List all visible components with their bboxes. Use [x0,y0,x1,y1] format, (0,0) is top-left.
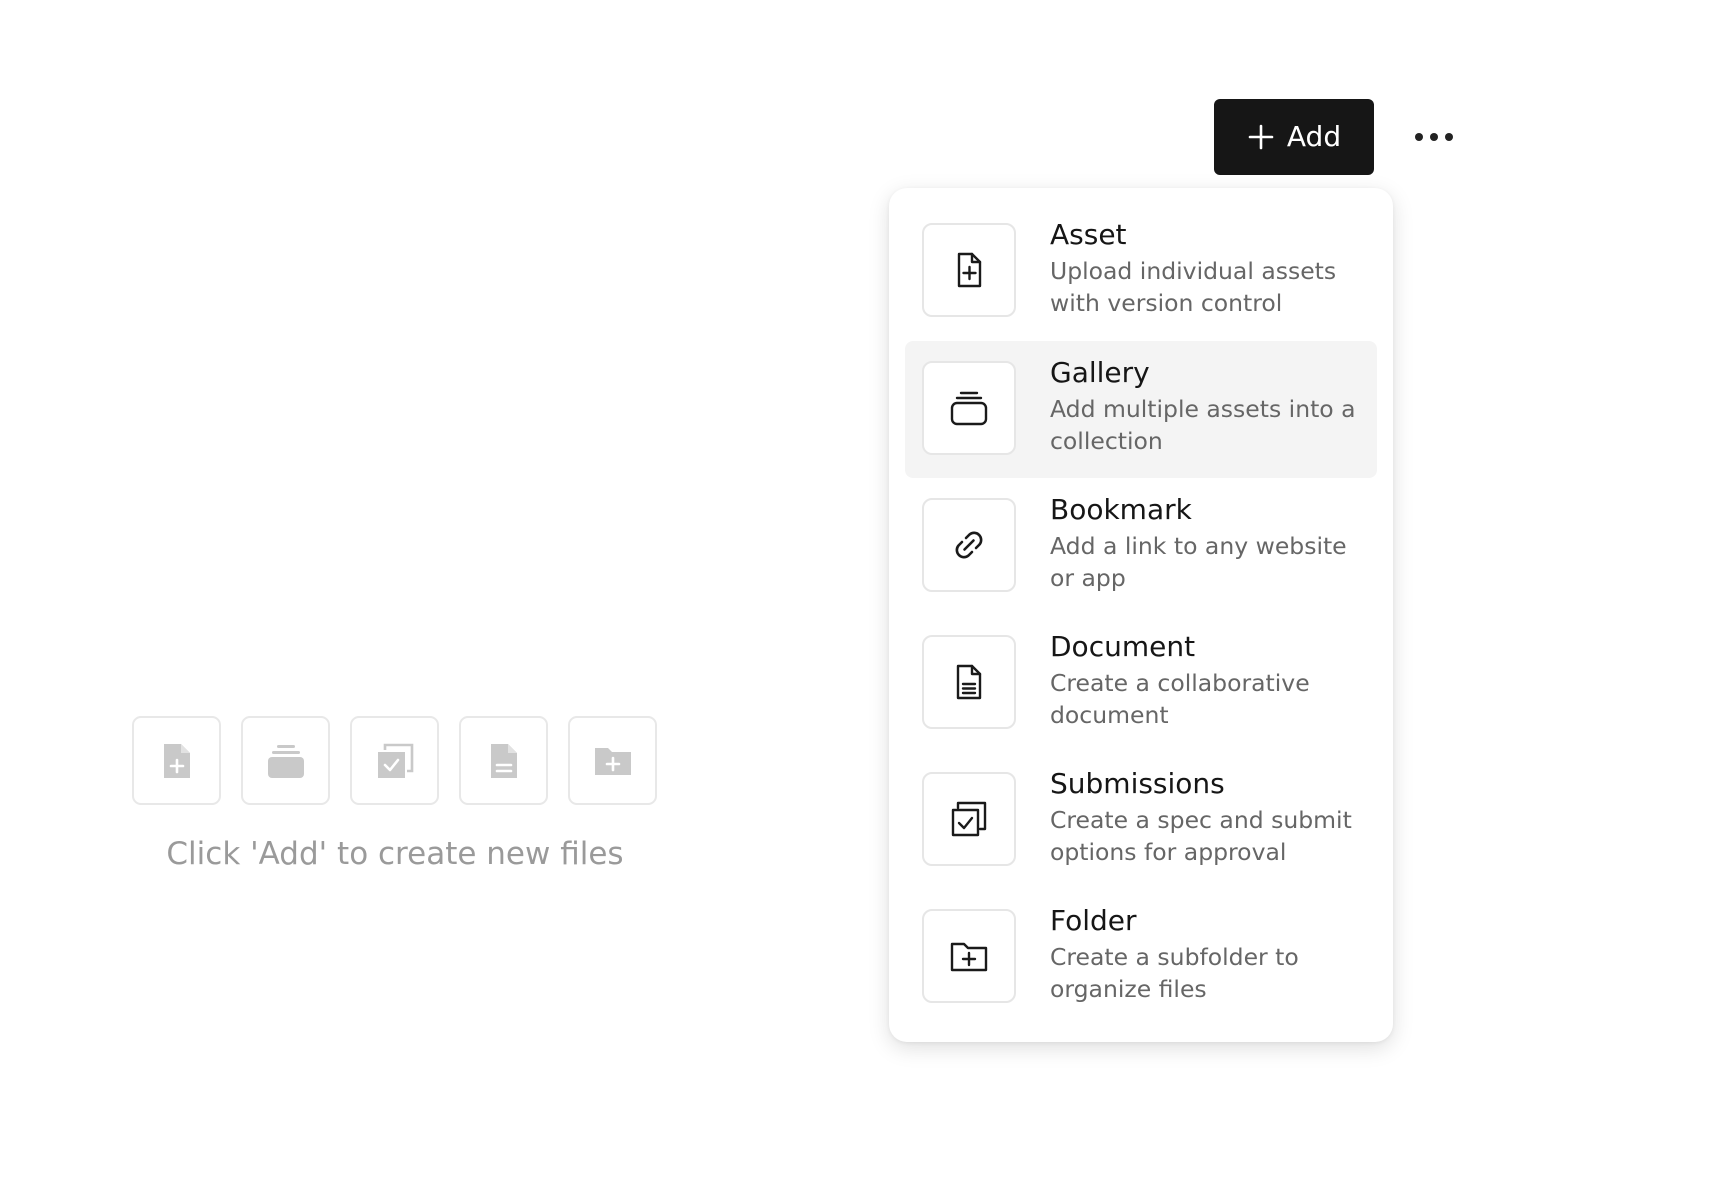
menu-item-asset[interactable]: Asset Upload individual assets with vers… [905,203,1377,340]
menu-item-document[interactable]: Document Create a collaborative document [905,615,1377,752]
menu-item-submissions[interactable]: Submissions Create a spec and submit opt… [905,752,1377,889]
menu-item-icon-box [922,361,1016,455]
menu-item-bookmark[interactable]: Bookmark Add a link to any website or ap… [905,478,1377,615]
submissions-icon [951,801,987,837]
menu-item-title: Submissions [1050,767,1225,800]
menu-item-description: Upload individual assets with version co… [1050,257,1337,317]
menu-item-icon-box [922,635,1016,729]
file-plus-icon [957,252,982,288]
empty-state: Click 'Add' to create new files [132,716,658,876]
menu-item-icon-box [922,498,1016,592]
document-icon [956,664,982,700]
submissions-icon [377,743,413,778]
menu-item-gallery[interactable]: Gallery Add multiple assets into a colle… [905,341,1377,478]
menu-item-icon-box [922,909,1016,1003]
empty-state-file-tile [132,716,221,805]
more-options-button[interactable] [1404,116,1464,158]
file-plus-icon [163,743,190,778]
menu-item-icon-box [922,772,1016,866]
menu-item-icon-box [922,223,1016,317]
menu-item-description: Add multiple assets into a collection [1050,395,1356,455]
stack-icon [267,744,304,778]
menu-item-title: Gallery [1050,356,1150,389]
link-icon [955,531,983,559]
stack-icon [950,391,988,426]
empty-state-gallery-tile [241,716,330,805]
menu-item-title: Document [1050,630,1196,663]
ellipsis-icon [1415,133,1453,141]
document-icon [490,743,517,778]
plus-icon [1248,124,1274,150]
empty-state-message: Click 'Add' to create new files [166,836,624,872]
menu-item-description: Create a spec and submit options for app… [1050,806,1352,866]
add-menu: Asset Upload individual assets with vers… [889,188,1393,1042]
empty-state-document-tile [459,716,548,805]
menu-item-description: Create a subfolder to organize files [1050,943,1299,1003]
menu-item-title: Bookmark [1050,493,1192,526]
add-button-label: Add [1286,120,1342,153]
menu-item-folder[interactable]: Folder Create a subfolder to organize fi… [905,889,1377,1026]
menu-item-title: Asset [1050,218,1127,251]
menu-item-description: Create a collaborative document [1050,669,1310,729]
empty-state-icons [132,716,657,805]
menu-item-title: Folder [1050,904,1137,937]
empty-state-folder-tile [568,716,657,805]
menu-item-description: Add a link to any website or app [1050,532,1347,592]
add-button[interactable]: Add [1214,99,1374,175]
empty-state-submissions-tile [350,716,439,805]
folder-plus-icon [950,942,988,972]
folder-plus-icon [594,747,631,775]
